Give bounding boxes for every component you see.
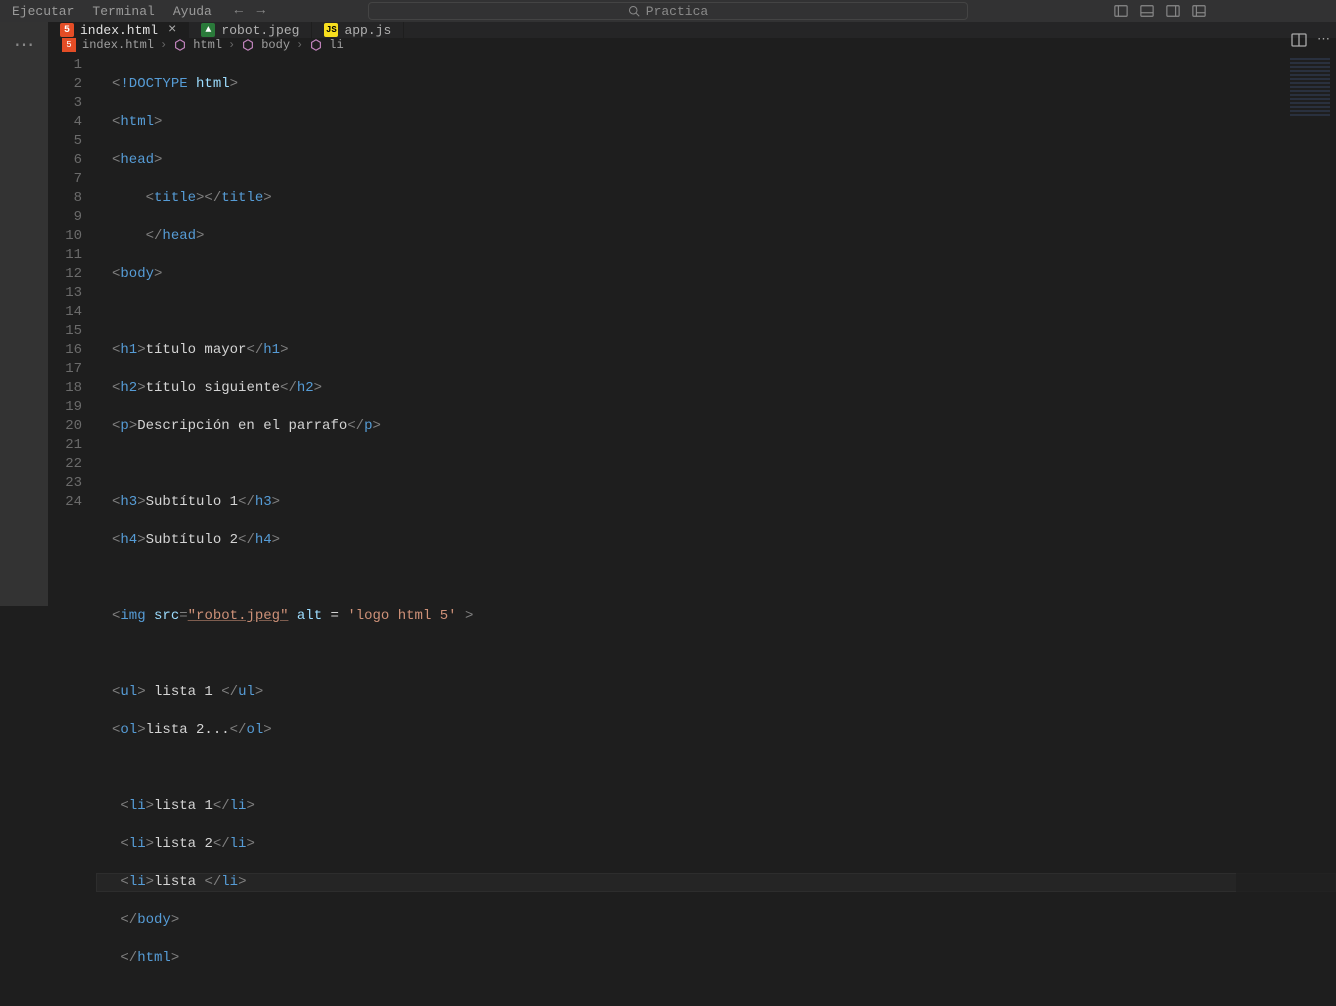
tab-robot-jpeg[interactable]: ▲ robot.jpeg — [189, 22, 312, 38]
layout-panel-left-icon[interactable] — [1114, 4, 1128, 18]
close-tab-icon[interactable]: × — [168, 22, 176, 38]
breadcrumb-item[interactable]: html — [193, 38, 222, 52]
layout-panel-bottom-icon[interactable] — [1140, 4, 1154, 18]
title-bar: Ejecutar Terminal Ayuda ← → Practica — [0, 0, 1336, 22]
more-actions-icon[interactable]: ⋯ — [1317, 32, 1330, 47]
nav-back-icon[interactable]: ← — [230, 3, 248, 19]
minimap-preview — [1290, 58, 1330, 118]
breadcrumb-item[interactable]: li — [329, 38, 343, 52]
js-icon: JS — [324, 23, 338, 37]
line-gutter: 123456789101112131415161718192021222324 — [48, 52, 96, 1006]
breadcrumb[interactable]: 5 index.html › html › body › li — [48, 38, 1336, 52]
menu-terminal[interactable]: Terminal — [84, 2, 162, 21]
tab-label: index.html — [80, 23, 158, 38]
tab-label: robot.jpeg — [221, 23, 299, 38]
window-controls — [1312, 0, 1332, 22]
minimap[interactable] — [1236, 52, 1336, 1006]
ellipsis-icon[interactable]: ⋯ — [14, 32, 34, 58]
image-icon: ▲ — [201, 23, 215, 37]
menu-help[interactable]: Ayuda — [165, 2, 220, 21]
layout-customize-icon[interactable] — [1192, 4, 1206, 18]
search-text: Practica — [646, 4, 708, 19]
symbol-icon — [241, 38, 255, 52]
chevron-right-icon: › — [228, 38, 235, 52]
chevron-right-icon: › — [160, 38, 167, 52]
symbol-icon — [309, 38, 323, 52]
split-editor-icon[interactable] — [1291, 32, 1307, 48]
breadcrumb-file[interactable]: index.html — [82, 38, 154, 52]
tab-index-html[interactable]: 5 index.html × — [48, 22, 189, 38]
code-content[interactable]: <!DOCTYPE html> <html> <head> <title></t… — [96, 52, 1336, 1006]
command-center[interactable]: Practica — [368, 2, 968, 20]
search-icon — [628, 5, 640, 17]
editor: 5 index.html × ▲ robot.jpeg JS app.js ⋯ … — [48, 22, 1336, 606]
tab-app-js[interactable]: JS app.js — [312, 22, 404, 38]
nav-arrows: ← → — [230, 3, 270, 19]
activity-bar: ⋯ — [0, 22, 48, 606]
layout-controls — [1114, 4, 1206, 18]
tab-label: app.js — [344, 23, 391, 38]
html5-icon: 5 — [60, 23, 74, 37]
menu-run[interactable]: Ejecutar — [4, 2, 82, 21]
html5-icon: 5 — [62, 38, 76, 52]
nav-forward-icon[interactable]: → — [252, 3, 270, 19]
breadcrumb-item[interactable]: body — [261, 38, 290, 52]
menu-items: Ejecutar Terminal Ayuda — [4, 2, 220, 21]
code-editor[interactable]: 123456789101112131415161718192021222324 … — [48, 52, 1336, 1006]
symbol-icon — [173, 38, 187, 52]
tab-strip: 5 index.html × ▲ robot.jpeg JS app.js ⋯ — [48, 22, 1336, 38]
layout-panel-right-icon[interactable] — [1166, 4, 1180, 18]
chevron-right-icon: › — [296, 38, 303, 52]
